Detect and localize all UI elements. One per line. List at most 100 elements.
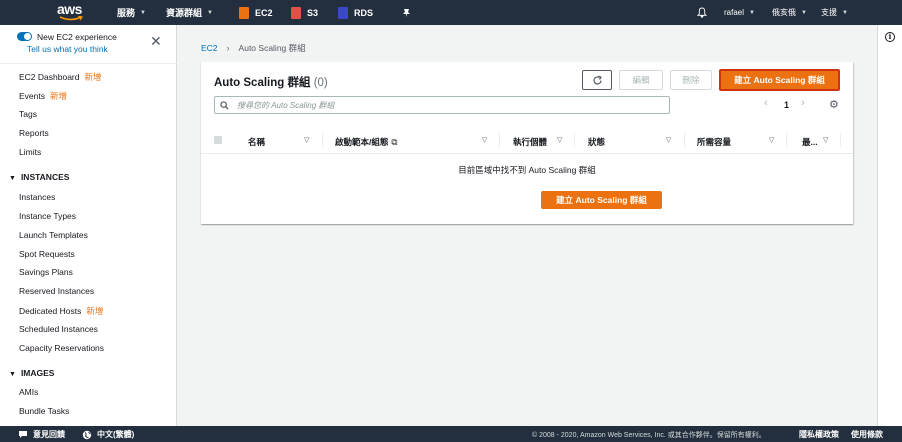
pin-icon-svg: [403, 8, 410, 17]
sidebar-item-amis[interactable]: AMIs: [19, 387, 38, 397]
sidebar-item-tags[interactable]: Tags: [19, 109, 37, 119]
sidebar-item-instances[interactable]: Instances: [19, 192, 55, 202]
sort-icon[interactable]: ▽: [557, 136, 562, 144]
sidebar-item-launch-templates[interactable]: Launch Templates: [19, 230, 88, 240]
search-icon: [220, 100, 229, 110]
column-header-min[interactable]: 最...: [802, 136, 818, 148]
sidebar-item-label: EC2 Dashboard: [19, 72, 80, 82]
sidebar-section-images[interactable]: ▼ IMAGES: [9, 368, 54, 378]
sidebar-item-label: Reserved Instances: [19, 286, 95, 296]
sidebar-item-instance-types[interactable]: Instance Types: [19, 211, 76, 221]
privacy-policy-link[interactable]: 隱私權政策: [799, 429, 839, 440]
terms-of-use-link[interactable]: 使用條款: [851, 429, 883, 440]
support-menu[interactable]: 支援 ▼: [821, 0, 848, 25]
external-link-icon: ⧉: [391, 137, 398, 147]
top-navigation-bar: aws 服務 ▼ 資源群組 ▼ EC2 S3 RDS rafael ▼ 俄亥俄 …: [0, 0, 902, 25]
page-title-text: Auto Scaling 群組: [214, 77, 311, 89]
shortcut-ec2[interactable]: EC2: [239, 0, 273, 25]
column-divider: [786, 133, 787, 147]
column-divider: [574, 133, 575, 147]
feedback-button[interactable]: 意見回饋: [18, 429, 65, 440]
s3-service-icon: [291, 6, 301, 19]
sort-icon[interactable]: ▽: [304, 136, 309, 144]
sidebar-item-reserved-instances[interactable]: Reserved Instances: [19, 286, 94, 296]
caret-down-icon: ▼: [9, 371, 16, 378]
shortcut-s3[interactable]: S3: [291, 0, 318, 25]
breadcrumb-ec2[interactable]: EC2: [201, 43, 218, 53]
bell-icon[interactable]: [697, 0, 707, 25]
empty-state-create-button[interactable]: 建立 Auto Scaling 群組: [541, 191, 662, 209]
page-number[interactable]: 1: [784, 100, 789, 110]
sidebar-item-scheduled-instances[interactable]: Scheduled Instances: [19, 324, 98, 334]
sidebar-item-limits[interactable]: Limits: [19, 147, 41, 157]
column-header-launch-template[interactable]: 啟動範本/組態 ⧉: [335, 136, 397, 148]
refresh-icon: [592, 74, 602, 84]
sidebar-item-label: Instances: [19, 192, 56, 202]
breadcrumb-current: Auto Scaling 群組: [238, 43, 306, 53]
chevron-down-icon: ▼: [207, 9, 213, 16]
sidebar-item-label: Instance Types: [19, 211, 77, 221]
sidebar-item-dedicated-hosts[interactable]: Dedicated Hosts 新增: [19, 305, 103, 317]
sidebar-item-label: Tags: [19, 109, 37, 119]
previous-page-button[interactable]: ‹: [764, 97, 768, 109]
chevron-down-icon: ▼: [842, 9, 848, 16]
sidebar-item-ec2-dashboard[interactable]: EC2 Dashboard 新增: [19, 71, 102, 83]
account-menu[interactable]: rafael ▼: [724, 0, 755, 25]
services-menu[interactable]: 服務 ▼: [117, 0, 146, 25]
column-header-desired-capacity[interactable]: 所需容量: [697, 136, 731, 148]
aws-logo[interactable]: aws: [57, 2, 87, 22]
delete-button[interactable]: 刪除: [670, 70, 712, 90]
sort-icon[interactable]: ▽: [823, 136, 828, 144]
sidebar-item-savings-plans[interactable]: Savings Plans: [19, 267, 73, 277]
speech-bubble-icon: [19, 431, 27, 438]
sidebar-item-label: Spot Requests: [19, 249, 75, 259]
resource-groups-menu[interactable]: 資源群組 ▼: [166, 0, 213, 25]
new-experience-toggle-box: New EC2 experience Tell us what you thin…: [17, 31, 167, 57]
info-icon[interactable]: i: [885, 32, 895, 42]
column-header-status[interactable]: 狀態: [588, 136, 605, 148]
edit-button[interactable]: 編輯: [619, 70, 663, 90]
close-icon[interactable]: ✕: [150, 34, 162, 48]
sidebar-item-spot-requests[interactable]: Spot Requests: [19, 249, 75, 259]
sidebar: New EC2 experience Tell us what you thin…: [0, 25, 177, 426]
create-auto-scaling-group-button[interactable]: 建立 Auto Scaling 群組: [719, 69, 840, 91]
sidebar-item-bundle-tasks[interactable]: Bundle Tasks: [19, 406, 69, 416]
refresh-button[interactable]: [582, 70, 612, 90]
gear-icon[interactable]: ⚙: [829, 100, 839, 111]
new-badge: 新增: [84, 72, 102, 82]
table-header: 名稱 ▽ 啟動範本/組態 ⧉ ▽ 執行個體 ▽ 狀態 ▽ 所需容量 ▽ 最... …: [201, 128, 853, 154]
sidebar-item-label: Launch Templates: [19, 230, 88, 240]
sort-icon[interactable]: ▽: [769, 136, 774, 144]
sidebar-section-instances[interactable]: ▼ INSTANCES: [9, 172, 69, 182]
sort-icon[interactable]: ▽: [666, 136, 671, 144]
sidebar-item-reports[interactable]: Reports: [19, 128, 49, 138]
sort-icon[interactable]: ▽: [482, 136, 487, 144]
new-experience-toggle[interactable]: [17, 32, 32, 41]
column-header-instances[interactable]: 執行個體: [513, 136, 547, 148]
region-menu[interactable]: 俄亥俄 ▼: [772, 0, 807, 25]
select-all-checkbox[interactable]: [214, 136, 222, 144]
shortcut-rds-label: RDS: [354, 7, 374, 18]
caret-down-icon: ▼: [9, 175, 16, 182]
footer: 意見回饋 中文(繁體) © 2008 - 2020, Amazon Web Se…: [0, 426, 902, 442]
feedback-label: 意見回饋: [33, 430, 65, 439]
feedback-link[interactable]: Tell us what you think: [27, 44, 108, 54]
search-input[interactable]: 搜尋您的 Auto Scaling 群組: [214, 96, 670, 114]
sidebar-item-label: Events: [19, 91, 45, 101]
sidebar-item-label: Limits: [19, 147, 42, 157]
pin-icon[interactable]: [402, 0, 411, 25]
language-selector[interactable]: 中文(繁體): [82, 429, 134, 440]
sidebar-item-label: Dedicated Hosts: [19, 306, 82, 316]
aws-smile-icon: [59, 16, 83, 21]
resource-groups-label: 資源群組: [166, 8, 203, 18]
support-label: 支援: [821, 8, 837, 17]
shortcut-rds[interactable]: RDS: [338, 0, 373, 25]
services-label: 服務: [117, 8, 136, 18]
sidebar-item-events[interactable]: Events 新增: [19, 90, 67, 102]
sidebar-item-capacity-reservations[interactable]: Capacity Reservations: [19, 343, 104, 353]
next-page-button[interactable]: ›: [801, 97, 805, 109]
sidebar-item-label: Capacity Reservations: [19, 343, 105, 353]
new-badge: 新增: [86, 306, 104, 316]
chevron-down-icon: ▼: [140, 9, 146, 16]
column-header-name[interactable]: 名稱: [248, 136, 265, 148]
